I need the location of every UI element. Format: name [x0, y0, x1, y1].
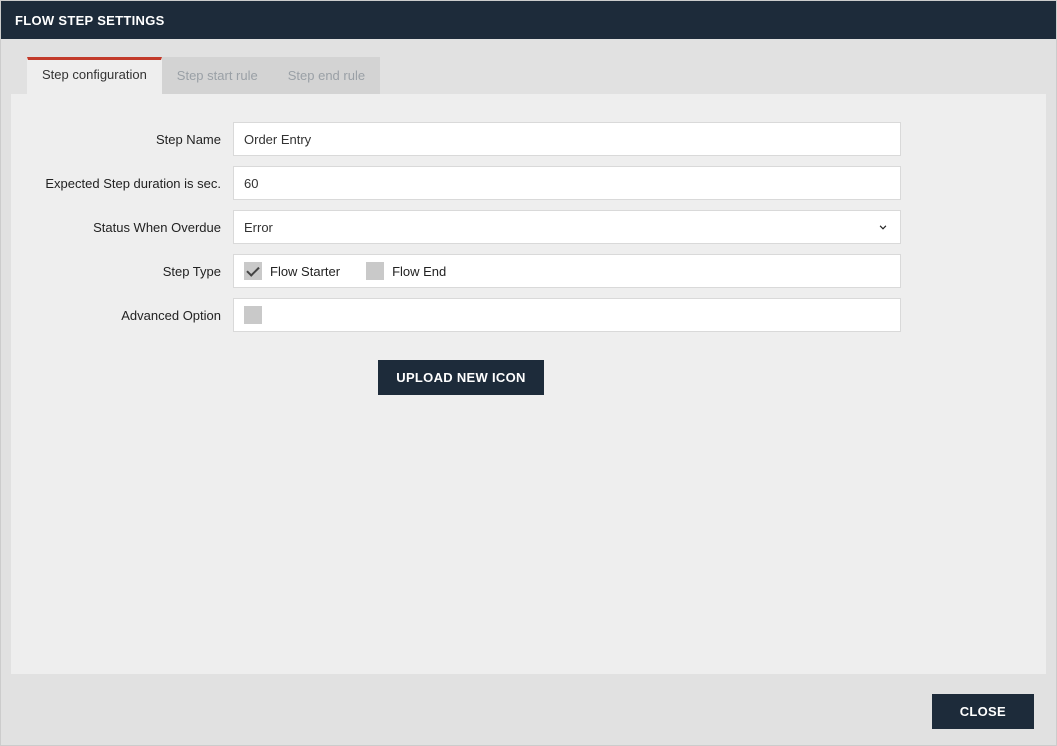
- chevron-down-icon: [876, 220, 890, 234]
- tab-step-start-rule[interactable]: Step start rule: [162, 57, 273, 94]
- step-name-input[interactable]: [244, 132, 890, 147]
- upload-row: UPLOAD NEW ICON: [21, 360, 901, 395]
- flow-starter-checkbox[interactable]: [244, 262, 262, 280]
- status-when-overdue-select[interactable]: Error: [233, 210, 901, 244]
- flow-starter-label: Flow Starter: [270, 264, 340, 279]
- flow-end-label: Flow End: [392, 264, 446, 279]
- field-duration[interactable]: [233, 166, 901, 200]
- overdue-selected-value: Error: [244, 220, 273, 235]
- tab-panel-step-configuration: Step Name Expected Step duration is sec.…: [11, 94, 1046, 674]
- tab-step-configuration[interactable]: Step configuration: [27, 57, 162, 94]
- label-step-name: Step Name: [21, 132, 221, 147]
- step-configuration-form: Step Name Expected Step duration is sec.…: [21, 122, 901, 395]
- dialog-footer: CLOSE: [1, 684, 1056, 745]
- row-step-name: Step Name: [21, 122, 901, 156]
- field-step-type: Flow Starter Flow End: [233, 254, 901, 288]
- dialog-body: Step configuration Step start rule Step …: [1, 39, 1056, 684]
- label-step-type: Step Type: [21, 264, 221, 279]
- field-step-name[interactable]: [233, 122, 901, 156]
- row-step-type: Step Type Flow Starter Flow End: [21, 254, 901, 288]
- field-advanced: [233, 298, 901, 332]
- label-overdue: Status When Overdue: [21, 220, 221, 235]
- upload-new-icon-button[interactable]: UPLOAD NEW ICON: [378, 360, 543, 395]
- close-button[interactable]: CLOSE: [932, 694, 1034, 729]
- row-advanced: Advanced Option: [21, 298, 901, 332]
- flow-end-checkbox[interactable]: [366, 262, 384, 280]
- row-duration: Expected Step duration is sec.: [21, 166, 901, 200]
- duration-input[interactable]: [244, 176, 890, 191]
- tab-step-end-rule[interactable]: Step end rule: [273, 57, 380, 94]
- flow-step-settings-dialog: FLOW STEP SETTINGS Step configuration St…: [0, 0, 1057, 746]
- advanced-option-checkbox[interactable]: [244, 306, 262, 324]
- dialog-title: FLOW STEP SETTINGS: [1, 1, 1056, 39]
- tab-bar: Step configuration Step start rule Step …: [27, 57, 1046, 94]
- label-duration: Expected Step duration is sec.: [21, 176, 221, 191]
- row-overdue: Status When Overdue Error: [21, 210, 901, 244]
- label-advanced: Advanced Option: [21, 308, 221, 323]
